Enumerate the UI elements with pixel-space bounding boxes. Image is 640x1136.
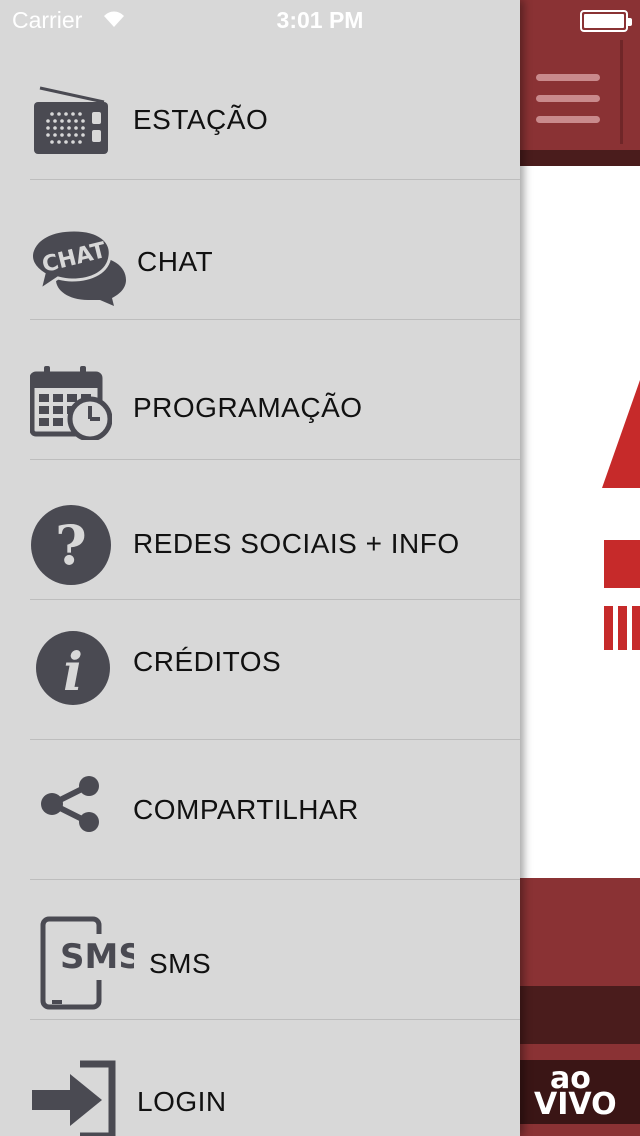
live-badge-line2: VIVO <box>534 1087 617 1122</box>
hamburger-icon-bar <box>536 74 600 81</box>
login-icon <box>32 1060 116 1136</box>
menu-item-label: ESTAÇÃO <box>133 104 269 135</box>
header-divider <box>620 40 623 144</box>
menu-item-label: COMPARTILHAR <box>133 794 359 825</box>
share-icon <box>41 776 99 832</box>
chat-bubble-icon: CHAT <box>30 228 126 306</box>
menu-item-sms[interactable]: SMS SMS <box>0 880 520 1020</box>
menu-item-label: REDES SOCIAIS + INFO <box>133 528 460 559</box>
station-logo-fragment <box>602 380 640 650</box>
menu-item-compartilhar[interactable]: COMPARTILHAR <box>0 740 520 880</box>
svg-text:i: i <box>63 642 83 703</box>
menu-item-programacao[interactable]: PROGRAMAÇÃO <box>0 320 520 460</box>
menu-item-label: LOGIN <box>137 1086 227 1117</box>
sms-phone-icon: SMS <box>40 916 134 1010</box>
menu-item-chat[interactable]: CHAT CHAT <box>0 180 520 320</box>
menu-item-redes-sociais[interactable]: ? REDES SOCIAIS + INFO <box>0 460 520 600</box>
menu-item-creditos[interactable]: i CRÉDITOS <box>0 600 520 740</box>
radio-icon <box>34 86 108 154</box>
question-icon: ? <box>31 505 111 585</box>
menu-item-estacao[interactable]: ESTAÇÃO <box>0 40 520 180</box>
menu-item-login[interactable]: LOGIN <box>0 1020 520 1136</box>
battery-icon <box>580 10 632 32</box>
hamburger-icon-bar <box>536 95 600 102</box>
status-bar: Carrier 3:01 PM <box>0 0 640 40</box>
menu-item-label: CRÉDITOS <box>133 646 282 677</box>
svg-text:?: ? <box>55 513 87 577</box>
menu-item-label: PROGRAMAÇÃO <box>133 392 363 423</box>
info-icon: i <box>36 631 110 705</box>
svg-text:SMS: SMS <box>60 937 134 977</box>
menu-item-label: CHAT <box>137 246 214 277</box>
side-menu: ESTAÇÃO CHAT CHAT PROGRAMAÇÃO ? REDES SO… <box>0 0 520 1136</box>
status-time: 3:01 PM <box>276 7 364 33</box>
menu-item-label: SMS <box>149 948 212 979</box>
hamburger-icon-bar <box>536 116 600 123</box>
calendar-clock-icon <box>30 366 112 440</box>
menu-toggle-button[interactable] <box>536 74 602 126</box>
live-badge-button[interactable]: ao VIVO <box>520 1060 640 1124</box>
